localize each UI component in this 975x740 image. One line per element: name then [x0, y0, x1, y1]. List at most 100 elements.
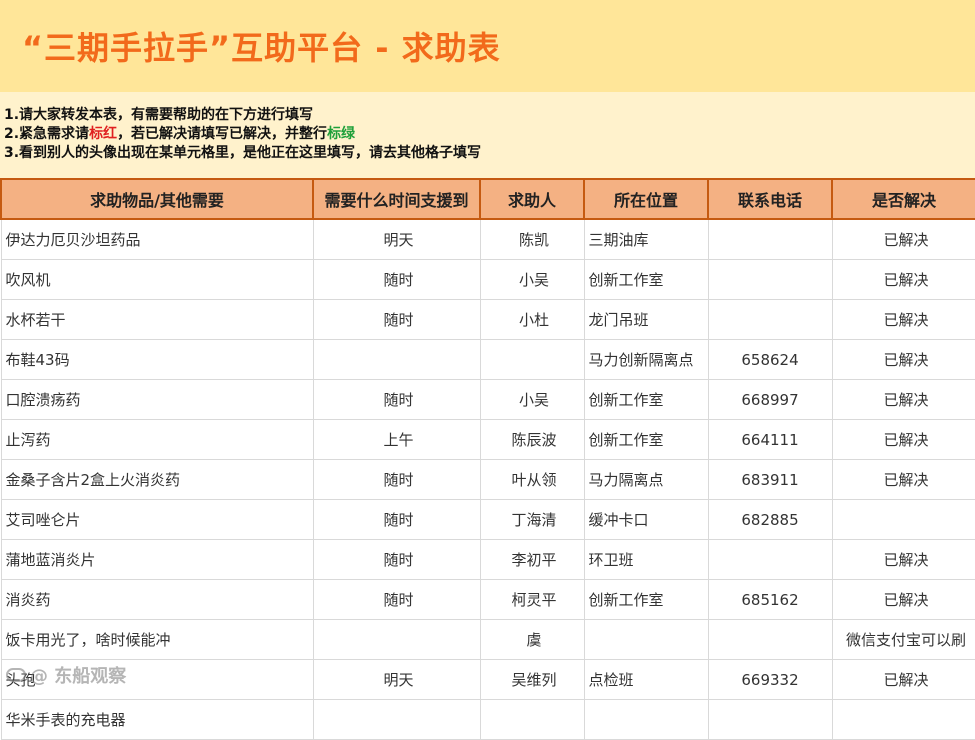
- column-header-requester[interactable]: 求助人: [479, 178, 585, 220]
- cell-time[interactable]: 上午: [312, 419, 481, 460]
- table-row: 头孢 明天 吴维列 点检班 669332 已解决: [0, 659, 975, 700]
- instruction-line-2: 2.紧急需求请标红，若已解决请填写已解决，并整行标绿: [4, 125, 975, 144]
- cell-requester[interactable]: 叶从领: [479, 459, 585, 500]
- cell-resolved[interactable]: 已解决: [831, 459, 975, 500]
- cell-item[interactable]: 金桑子含片2盒上火消炎药: [0, 459, 314, 500]
- cell-requester[interactable]: 陈凯: [479, 218, 585, 260]
- cell-item[interactable]: 饭卡用光了，啥时候能冲: [0, 619, 314, 660]
- column-header-resolved[interactable]: 是否解决: [831, 178, 975, 220]
- cell-time[interactable]: 随时: [312, 259, 481, 300]
- cell-phone[interactable]: [707, 299, 833, 340]
- cell-time[interactable]: 随时: [312, 579, 481, 620]
- table-row: 口腔溃疡药 随时 小吴 创新工作室 668997 已解决: [0, 379, 975, 420]
- cell-location[interactable]: 创新工作室: [583, 419, 709, 460]
- cell-requester[interactable]: 吴维列: [479, 659, 585, 700]
- cell-item[interactable]: 水杯若干: [0, 299, 314, 340]
- cell-item[interactable]: 口腔溃疡药: [0, 379, 314, 420]
- cell-requester[interactable]: 小吴: [479, 379, 585, 420]
- cell-phone[interactable]: 669332: [707, 659, 833, 700]
- cell-item[interactable]: 头孢: [0, 659, 314, 700]
- cell-time[interactable]: [312, 699, 481, 740]
- cell-location[interactable]: [583, 699, 709, 740]
- cell-resolved[interactable]: [831, 499, 975, 540]
- cell-item[interactable]: 消炎药: [0, 579, 314, 620]
- cell-resolved[interactable]: 已解决: [831, 539, 975, 580]
- cell-phone[interactable]: [707, 699, 833, 740]
- cell-resolved[interactable]: 微信支付宝可以刷: [831, 619, 975, 660]
- cell-phone[interactable]: [707, 218, 833, 260]
- cell-requester[interactable]: 柯灵平: [479, 579, 585, 620]
- table-row: 止泻药 上午 陈辰波 创新工作室 664111 已解决: [0, 419, 975, 460]
- cell-requester[interactable]: 李初平: [479, 539, 585, 580]
- cell-phone[interactable]: 658624: [707, 339, 833, 380]
- cell-location[interactable]: 缓冲卡口: [583, 499, 709, 540]
- cell-phone[interactable]: 685162: [707, 579, 833, 620]
- cell-resolved[interactable]: 已解决: [831, 339, 975, 380]
- cell-time[interactable]: 随时: [312, 499, 481, 540]
- cell-requester[interactable]: 虞: [479, 619, 585, 660]
- cell-resolved[interactable]: 已解决: [831, 579, 975, 620]
- mark-red-text: 标红: [89, 126, 118, 142]
- table-row: 水杯若干 随时 小杜 龙门吊班 已解决: [0, 299, 975, 340]
- cell-item[interactable]: 蒲地蓝消炎片: [0, 539, 314, 580]
- cell-time[interactable]: 随时: [312, 459, 481, 500]
- cell-location[interactable]: 龙门吊班: [583, 299, 709, 340]
- table-row: 吹风机 随时 小吴 创新工作室 已解决: [0, 259, 975, 300]
- cell-phone[interactable]: 683911: [707, 459, 833, 500]
- instruction-line-2-part-b: ，若已解决请填写已解决，并整行: [117, 126, 328, 142]
- cell-time[interactable]: 明天: [312, 218, 481, 260]
- cell-time[interactable]: 明天: [312, 659, 481, 700]
- cell-phone[interactable]: [707, 259, 833, 300]
- table-row: 布鞋43码 马力创新隔离点 658624 已解决: [0, 339, 975, 380]
- help-request-table: 求助物品/其他需要 需要什么时间支援到 求助人 所在位置 联系电话 是否解决 伊…: [0, 178, 975, 740]
- cell-time[interactable]: 随时: [312, 299, 481, 340]
- cell-item[interactable]: 止泻药: [0, 419, 314, 460]
- cell-item[interactable]: 吹风机: [0, 259, 314, 300]
- instruction-line-1: 1.请大家转发本表，有需要帮助的在下方进行填写: [4, 107, 314, 123]
- cell-phone[interactable]: 664111: [707, 419, 833, 460]
- instructions-panel: 1.请大家转发本表，有需要帮助的在下方进行填写 2.紧急需求请标红，若已解决请填…: [0, 92, 975, 178]
- table-row: 华米手表的充电器: [0, 699, 975, 740]
- cell-phone[interactable]: [707, 619, 833, 660]
- cell-time[interactable]: [312, 339, 481, 380]
- cell-requester[interactable]: 丁海清: [479, 499, 585, 540]
- cell-resolved[interactable]: 已解决: [831, 259, 975, 300]
- cell-item[interactable]: 布鞋43码: [0, 339, 314, 380]
- cell-item[interactable]: 华米手表的充电器: [0, 699, 314, 740]
- cell-location[interactable]: 创新工作室: [583, 259, 709, 300]
- cell-resolved[interactable]: 已解决: [831, 419, 975, 460]
- cell-location[interactable]: 环卫班: [583, 539, 709, 580]
- cell-requester[interactable]: 小杜: [479, 299, 585, 340]
- column-header-location[interactable]: 所在位置: [583, 178, 709, 220]
- cell-phone[interactable]: 682885: [707, 499, 833, 540]
- cell-item[interactable]: 艾司唑仑片: [0, 499, 314, 540]
- cell-time[interactable]: [312, 619, 481, 660]
- cell-requester[interactable]: [479, 699, 585, 740]
- cell-requester[interactable]: 小吴: [479, 259, 585, 300]
- cell-location[interactable]: 三期油库: [583, 218, 709, 260]
- column-header-time[interactable]: 需要什么时间支援到: [312, 178, 481, 220]
- cell-location[interactable]: 创新工作室: [583, 579, 709, 620]
- cell-time[interactable]: 随时: [312, 539, 481, 580]
- cell-location[interactable]: 创新工作室: [583, 379, 709, 420]
- cell-location[interactable]: 马力隔离点: [583, 459, 709, 500]
- cell-location[interactable]: 马力创新隔离点: [583, 339, 709, 380]
- cell-location[interactable]: 点检班: [583, 659, 709, 700]
- cell-resolved[interactable]: 已解决: [831, 299, 975, 340]
- cell-phone[interactable]: 668997: [707, 379, 833, 420]
- column-header-item[interactable]: 求助物品/其他需要: [0, 178, 314, 220]
- cell-time[interactable]: 随时: [312, 379, 481, 420]
- cell-item[interactable]: 伊达力厄贝沙坦药品: [0, 218, 314, 260]
- table-row: 消炎药 随时 柯灵平 创新工作室 685162 已解决: [0, 579, 975, 620]
- cell-requester[interactable]: 陈辰波: [479, 419, 585, 460]
- table-row: 金桑子含片2盒上火消炎药 随时 叶从领 马力隔离点 683911 已解决: [0, 459, 975, 500]
- cell-resolved[interactable]: 已解决: [831, 218, 975, 260]
- cell-resolved[interactable]: 已解决: [831, 659, 975, 700]
- cell-location[interactable]: [583, 619, 709, 660]
- cell-phone[interactable]: [707, 539, 833, 580]
- instruction-line-3: 3.看到别人的头像出现在某单元格里，是他正在这里填写，请去其他格子填写: [4, 145, 482, 161]
- cell-resolved[interactable]: 已解决: [831, 379, 975, 420]
- column-header-phone[interactable]: 联系电话: [707, 178, 833, 220]
- cell-requester[interactable]: [479, 339, 585, 380]
- cell-resolved[interactable]: [831, 699, 975, 740]
